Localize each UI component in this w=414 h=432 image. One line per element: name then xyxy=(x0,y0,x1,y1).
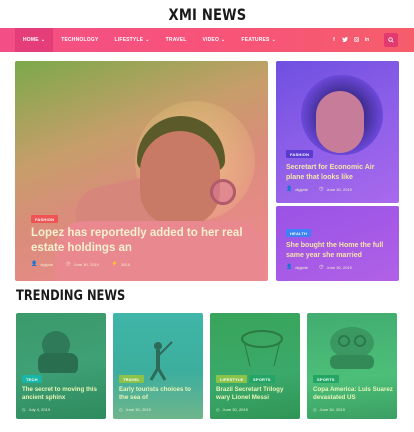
clock-icon: ◷ xyxy=(66,261,71,267)
clock-icon: ◷ xyxy=(319,264,324,270)
chevron-down-icon: ⌄ xyxy=(40,37,46,43)
category-badge[interactable]: LIFESTYLE xyxy=(216,375,248,383)
search-button[interactable] xyxy=(384,33,398,47)
side-article-card[interactable]: HEALTH She bought the Home the full same… xyxy=(276,206,399,281)
trending-card[interactable]: LIFESTYLE SPORTS Brazil Secretart Trilog… xyxy=(210,313,300,419)
user-icon: 👤 xyxy=(286,264,293,270)
hero-meta: 👤 digipde ◷ June 30, 2019 ⚡ 3618 xyxy=(31,261,130,267)
clock-icon: ◷ xyxy=(119,407,123,412)
post-date: July 4, 2019 xyxy=(28,407,51,412)
trending-meta: ◷ July 4, 2019 xyxy=(22,407,50,412)
view-count: 3618 xyxy=(121,261,131,267)
site-logo-text: XMI NEWS xyxy=(168,4,246,24)
nav-item-lifestyle[interactable]: LIFESTYLE ⌄ xyxy=(106,28,157,52)
clock-icon: ◷ xyxy=(319,186,324,192)
trending-card[interactable]: TECH The secret to moving this ancient s… xyxy=(16,313,106,419)
category-badge[interactable]: SPORTS xyxy=(249,375,275,383)
post-date: June 30, 2019 xyxy=(319,407,345,412)
clock-icon: ◷ xyxy=(313,407,317,412)
category-badge[interactable]: TECH xyxy=(22,375,42,383)
side-article-title[interactable]: Secretart for Economic Air plane that lo… xyxy=(286,163,394,182)
trending-image-figure xyxy=(38,331,78,373)
category-badge[interactable]: FASHION xyxy=(286,150,314,158)
search-icon xyxy=(388,37,394,43)
trending-title[interactable]: Brazil Secretart Trilogy wary Lionel Mes… xyxy=(216,386,296,402)
facebook-icon[interactable]: f xyxy=(331,37,337,43)
main-nav: HOME ⌄ TECHNOLOGY LIFESTYLE ⌄ TRAVEL VIDEO… xyxy=(0,28,414,52)
hero-image-sunglasses xyxy=(210,179,236,205)
nav-item-technology[interactable]: TECHNOLOGY xyxy=(53,28,106,52)
hero-article-card[interactable]: FASHION Lopez has reportedly added to he… xyxy=(15,61,268,281)
chevron-down-icon: ⌄ xyxy=(221,37,226,43)
post-date: June 30, 2019 xyxy=(326,264,352,270)
trending-card[interactable]: SPORTS Copa America: Luis Suarez devasta… xyxy=(307,313,397,419)
trending-title[interactable]: Early tourists choices to the sea of xyxy=(119,386,199,402)
category-badge[interactable]: SPORTS xyxy=(313,375,339,383)
chevron-down-icon: ⌄ xyxy=(145,37,150,43)
author-name[interactable]: digipde xyxy=(295,265,308,270)
side-image-face xyxy=(316,91,364,153)
clock-icon: ◷ xyxy=(216,407,220,412)
category-badge[interactable]: TRAVEL xyxy=(119,375,144,383)
trending-image-figure xyxy=(149,341,173,381)
nav-item-home[interactable]: HOME ⌄ xyxy=(15,28,54,52)
trending-card[interactable]: TRAVEL Early tourists choices to the sea… xyxy=(113,313,203,419)
trending-image-hoop xyxy=(241,330,283,367)
trending-image-swimmer xyxy=(330,327,374,369)
twitter-icon[interactable] xyxy=(342,36,348,44)
site-logo[interactable]: XMI NEWS xyxy=(0,0,414,28)
post-date: June 30, 2019 xyxy=(125,407,151,412)
author-name[interactable]: digipde xyxy=(40,262,53,267)
post-date: June 30, 2019 xyxy=(73,261,99,267)
nav-item-label: TRAVEL xyxy=(165,37,187,43)
category-badge[interactable]: HEALTH xyxy=(286,229,312,237)
author-name[interactable]: digipde xyxy=(295,187,308,192)
nav-item-label: FEATURES xyxy=(241,37,270,43)
trending-meta: ◷ June 30, 2019 xyxy=(216,407,248,412)
instagram-icon[interactable] xyxy=(353,36,359,44)
section-title: TRENDING NEWS xyxy=(16,288,126,304)
nav-item-travel[interactable]: TRAVEL xyxy=(158,28,195,52)
hero-title[interactable]: Lopez has reportedly added to her real e… xyxy=(31,226,251,256)
trending-title[interactable]: The secret to moving this ancient sphinx xyxy=(22,386,102,402)
category-badge[interactable]: FASHION xyxy=(31,215,59,223)
side-article-meta: 👤 digipde ◷ June 30, 2019 xyxy=(286,186,352,192)
side-article-title[interactable]: She bought the Home the full same year s… xyxy=(286,241,396,260)
post-date: June 30, 2019 xyxy=(222,407,248,412)
clock-icon: ◷ xyxy=(22,407,26,412)
user-icon: 👤 xyxy=(31,261,38,267)
chevron-down-icon: ⌄ xyxy=(271,37,276,43)
nav-item-label: VIDEO xyxy=(202,37,220,43)
post-date: June 30, 2019 xyxy=(326,186,352,192)
side-article-card[interactable]: FASHION Secretart for Economic Air plane… xyxy=(276,61,399,203)
nav-item-label: HOME xyxy=(23,37,39,43)
trending-meta: ◷ June 30, 2019 xyxy=(119,407,151,412)
linkedin-icon[interactable]: in xyxy=(364,37,370,43)
nav-item-video[interactable]: VIDEO ⌄ xyxy=(194,28,233,52)
nav-item-features[interactable]: FEATURES ⌄ xyxy=(233,28,284,52)
nav-item-label: LIFESTYLE xyxy=(114,37,144,43)
user-icon: 👤 xyxy=(286,186,293,192)
side-article-meta: 👤 digipde ◷ June 30, 2019 xyxy=(286,264,352,270)
trending-title[interactable]: Copa America: Luis Suarez devastated US xyxy=(313,386,393,402)
nav-item-label: TECHNOLOGY xyxy=(61,37,99,43)
social-links: f in xyxy=(331,28,370,52)
flame-icon: ⚡ xyxy=(111,261,119,267)
trending-meta: ◷ June 30, 2019 xyxy=(313,407,345,412)
hero-image-face xyxy=(140,131,220,226)
